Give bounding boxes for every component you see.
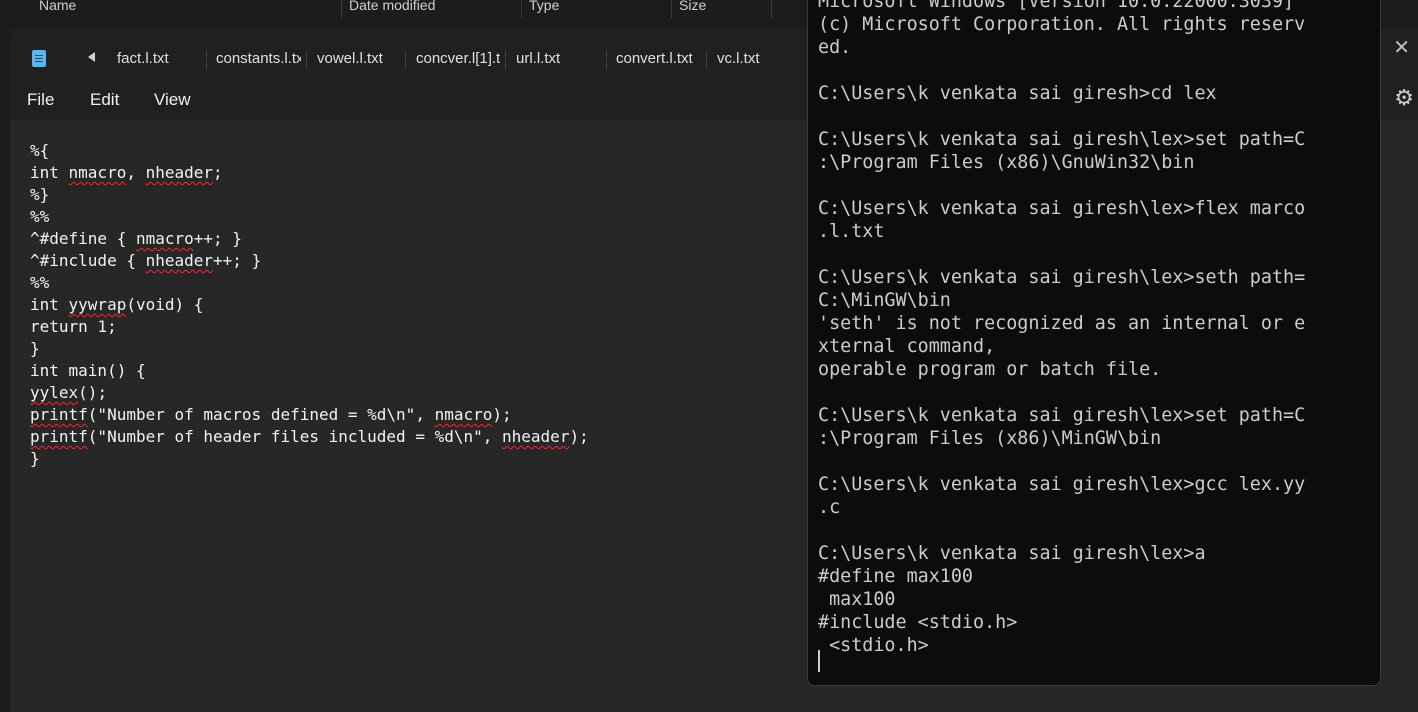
code-line: printf("Number of macros defined = %d\n"… <box>30 405 512 424</box>
tab-divider <box>706 50 707 70</box>
terminal-line: #include <stdio.h> <box>818 612 1018 633</box>
misspelled-word: yywrap <box>68 295 127 314</box>
misspelled-word: nheader <box>145 251 214 270</box>
code-line: printf("Number of header files included … <box>30 427 589 446</box>
tab-convert[interactable]: convert.l.txt <box>616 46 706 72</box>
misspelled-word: printf <box>30 427 88 446</box>
terminal-line: xternal command, <box>818 336 996 357</box>
code-line: int main() { <box>30 361 146 380</box>
menu-file[interactable]: File <box>27 90 54 110</box>
terminal-line: Microsoft Windows [Version 10.0.22000.30… <box>818 0 1295 12</box>
terminal-line: #define max100 <box>818 566 974 587</box>
code-line: } <box>30 449 40 468</box>
column-date-modified[interactable]: Date modified <box>349 0 435 14</box>
tab-divider <box>306 50 307 70</box>
terminal-line: :\Program Files (x86)\MinGW\bin <box>818 428 1162 449</box>
code-line: %% <box>30 273 50 292</box>
column-divider <box>671 0 672 18</box>
close-icon[interactable]: ✕ <box>1393 38 1410 58</box>
column-size[interactable]: Size <box>679 0 706 14</box>
column-name[interactable]: Name <box>39 0 76 14</box>
tab-constants[interactable]: constants.l.txt <box>216 46 301 72</box>
settings-gear-icon[interactable]: ⚙ <box>1394 87 1414 109</box>
terminal-line: C:\MinGW\bin <box>818 290 951 311</box>
code-line: ^#include { nheader++; } <box>30 251 262 270</box>
misspelled-word: printf <box>30 405 88 424</box>
tab-vowel[interactable]: vowel.l.txt <box>317 46 405 72</box>
terminal-line: operable program or batch file. <box>818 359 1162 380</box>
code-line: yylex(); <box>30 383 108 402</box>
tab-scroll-left-icon[interactable] <box>88 52 95 62</box>
tab-url[interactable]: url.l.txt <box>516 46 606 72</box>
code-line: int yywrap(void) { <box>30 295 204 314</box>
terminal-line: ed. <box>818 37 852 58</box>
terminal-line: C:\Users\k venkata sai giresh\lex>set pa… <box>818 405 1306 426</box>
menu-edit[interactable]: Edit <box>90 90 119 110</box>
tab-divider <box>505 50 506 70</box>
column-type[interactable]: Type <box>529 0 559 14</box>
terminal-line: C:\Users\k venkata sai giresh\lex>flex m… <box>818 198 1306 219</box>
tab-vc[interactable]: vc.l.txt <box>717 46 797 72</box>
tab-divider <box>206 50 207 70</box>
terminal-line: 'seth' is not recognized as an internal … <box>818 313 1306 334</box>
tab-divider <box>606 50 607 70</box>
terminal-line: <stdio.h> <box>818 635 929 656</box>
code-line: return 1; <box>30 317 117 336</box>
column-divider <box>341 0 342 18</box>
terminal-line: C:\Users\k venkata sai giresh\lex>seth p… <box>818 267 1306 288</box>
terminal-line: (c) Microsoft Corporation. All rights re… <box>818 14 1306 35</box>
text-cursor <box>818 650 820 672</box>
code-line: } <box>30 339 40 358</box>
code-line: %} <box>30 185 50 204</box>
misspelled-word: nmacro <box>135 229 194 248</box>
code-line: int nmacro, nheader; <box>30 163 223 182</box>
code-line: %{ <box>30 141 50 160</box>
tab-fact[interactable]: fact.l.txt <box>117 46 207 72</box>
column-divider <box>771 0 772 18</box>
misspelled-word: nmacro <box>68 163 127 182</box>
menu-view[interactable]: View <box>154 90 191 110</box>
misspelled-word: yylex <box>30 383 79 402</box>
terminal-line: .l.txt <box>818 221 885 242</box>
terminal-line: :\Program Files (x86)\GnuWin32\bin <box>818 152 1195 173</box>
tab-concver[interactable]: concver.l[1].txt <box>416 46 500 72</box>
terminal-line: max100 <box>818 589 896 610</box>
terminal-line: C:\Users\k venkata sai giresh>cd lex <box>818 83 1217 104</box>
code-line: %% <box>30 207 50 226</box>
tab-divider <box>405 50 406 70</box>
terminal-line: C:\Users\k venkata sai giresh\lex>gcc le… <box>818 474 1306 495</box>
terminal-line: C:\Users\k venkata sai giresh\lex>a <box>818 543 1206 564</box>
misspelled-word: nheader <box>502 427 570 446</box>
code-line: ^#define { nmacro++; } <box>30 229 242 248</box>
command-prompt-window[interactable]: Microsoft Windows [Version 10.0.22000.30… <box>807 0 1381 686</box>
column-divider <box>521 0 522 18</box>
terminal-line: .c <box>818 497 841 518</box>
misspelled-word: nheader <box>145 163 214 182</box>
misspelled-word: nmacro <box>434 405 493 424</box>
notepad-app-icon <box>32 50 46 67</box>
terminal-line: C:\Users\k venkata sai giresh\lex>set pa… <box>818 129 1306 150</box>
